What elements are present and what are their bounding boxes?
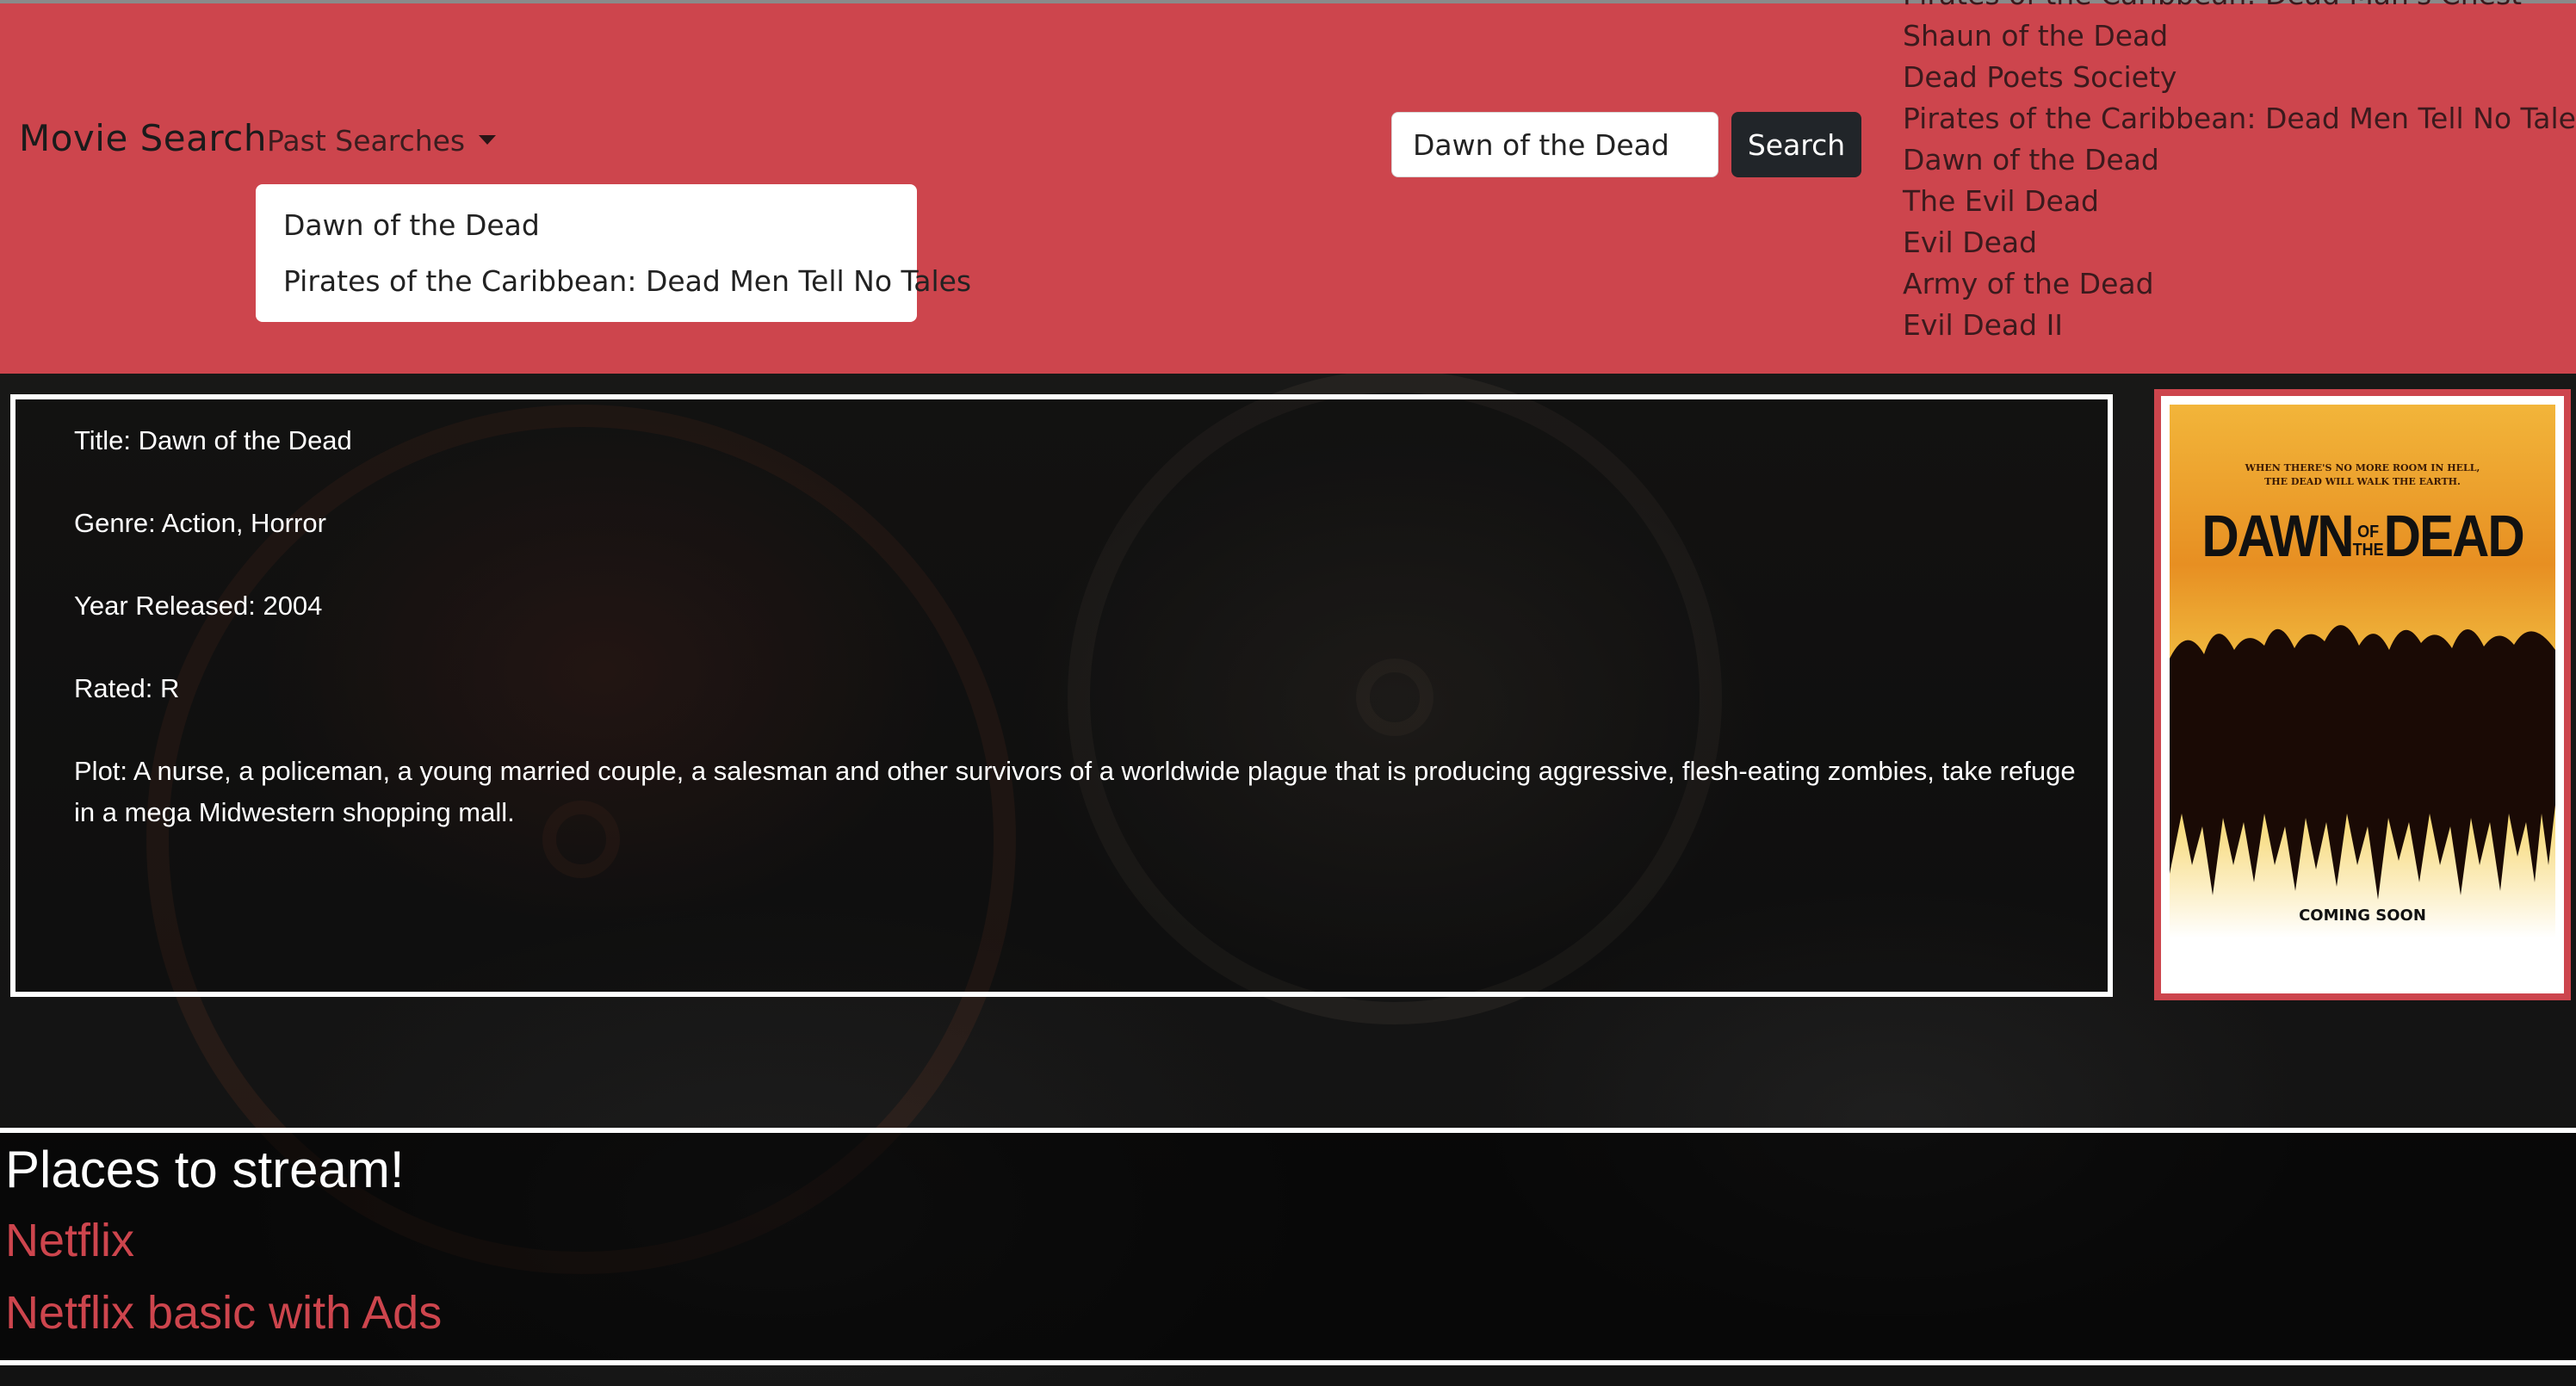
poster-title-of: OF (2357, 522, 2380, 542)
search-result-item[interactable]: Pirates of the Caribbean: Dead Man's Che… (1903, 0, 2576, 15)
movie-details-box: Title: Dawn of the Dead Genre: Action, H… (10, 394, 2113, 997)
page: Movie Search Past Searches Dawn of the D… (0, 0, 2576, 1386)
zombie-crowd-silhouette (2170, 625, 2555, 900)
search-input[interactable] (1391, 112, 1718, 177)
search-result-item[interactable]: Dawn of the Dead (1903, 139, 2576, 181)
search-result-item[interactable]: Army of the Dead (1903, 263, 2576, 305)
poster-title-the: THE (2352, 539, 2384, 560)
movie-plot: Plot: A nurse, a policeman, a young marr… (74, 756, 2076, 827)
search-results-list: Pirates of the Caribbean: Dead Man's Che… (1903, 0, 2576, 346)
brand-link[interactable]: Movie Search (19, 117, 267, 159)
movie-year: Year Released: 2004 (74, 591, 323, 621)
movie-genre: Genre: Action, Horror (74, 508, 326, 538)
poster-title-small: OF THE (2353, 523, 2384, 558)
search-result-item[interactable]: Shaun of the Dead (1903, 15, 2576, 57)
past-searches-dropdown-toggle[interactable]: Past Searches (267, 124, 497, 158)
poster-tagline-line: WHEN THERE'S NO MORE ROOM IN HELL, (2245, 462, 2480, 473)
streaming-link-netflix[interactable]: Netflix (5, 1214, 134, 1267)
streaming-heading: Places to stream! (5, 1141, 405, 1198)
past-search-item[interactable]: Dawn of the Dead (256, 200, 917, 256)
poster-title-word: DAWN (2201, 502, 2354, 570)
movie-title: Title: Dawn of the Dead (74, 425, 352, 455)
past-search-item[interactable]: Pirates of the Caribbean: Dead Men Tell … (256, 256, 971, 312)
poster-footer: COMING SOON (2299, 906, 2426, 925)
search-result-item[interactable]: The Evil Dead (1903, 181, 2576, 222)
streaming-link-netflix-ads[interactable]: Netflix basic with Ads (5, 1286, 442, 1340)
search-result-item[interactable]: Pirates of the Caribbean: Dead Men Tell … (1903, 98, 2576, 139)
past-searches-label: Past Searches (267, 124, 466, 158)
caret-down-icon (479, 135, 497, 145)
poster-title-word: DEAD (2383, 502, 2525, 570)
search-button[interactable]: Search (1731, 112, 1861, 177)
navbar: Movie Search Past Searches Dawn of the D… (0, 0, 2576, 374)
poster-artwork: WHEN THERE'S NO MORE ROOM IN HELL, THE D… (2170, 405, 2555, 938)
poster-tagline-line: THE DEAD WILL WALK THE EARTH. (2264, 476, 2461, 487)
poster-title: DAWN OF THEDEAD (2170, 502, 2555, 570)
movie-poster: WHEN THERE'S NO MORE ROOM IN HELL, THE D… (2154, 389, 2571, 1000)
streaming-section: Places to stream! Netflix Netflix basic … (0, 1128, 2576, 1365)
search-result-item[interactable]: Evil Dead (1903, 222, 2576, 263)
poster-tagline: WHEN THERE'S NO MORE ROOM IN HELL, THE D… (2170, 461, 2555, 489)
search-result-item[interactable]: Evil Dead II (1903, 305, 2576, 346)
search-result-item[interactable]: Dead Poets Society (1903, 57, 2576, 98)
past-searches-menu: Dawn of the Dead Pirates of the Caribbea… (256, 184, 971, 322)
movie-rating: Rated: R (74, 673, 180, 703)
